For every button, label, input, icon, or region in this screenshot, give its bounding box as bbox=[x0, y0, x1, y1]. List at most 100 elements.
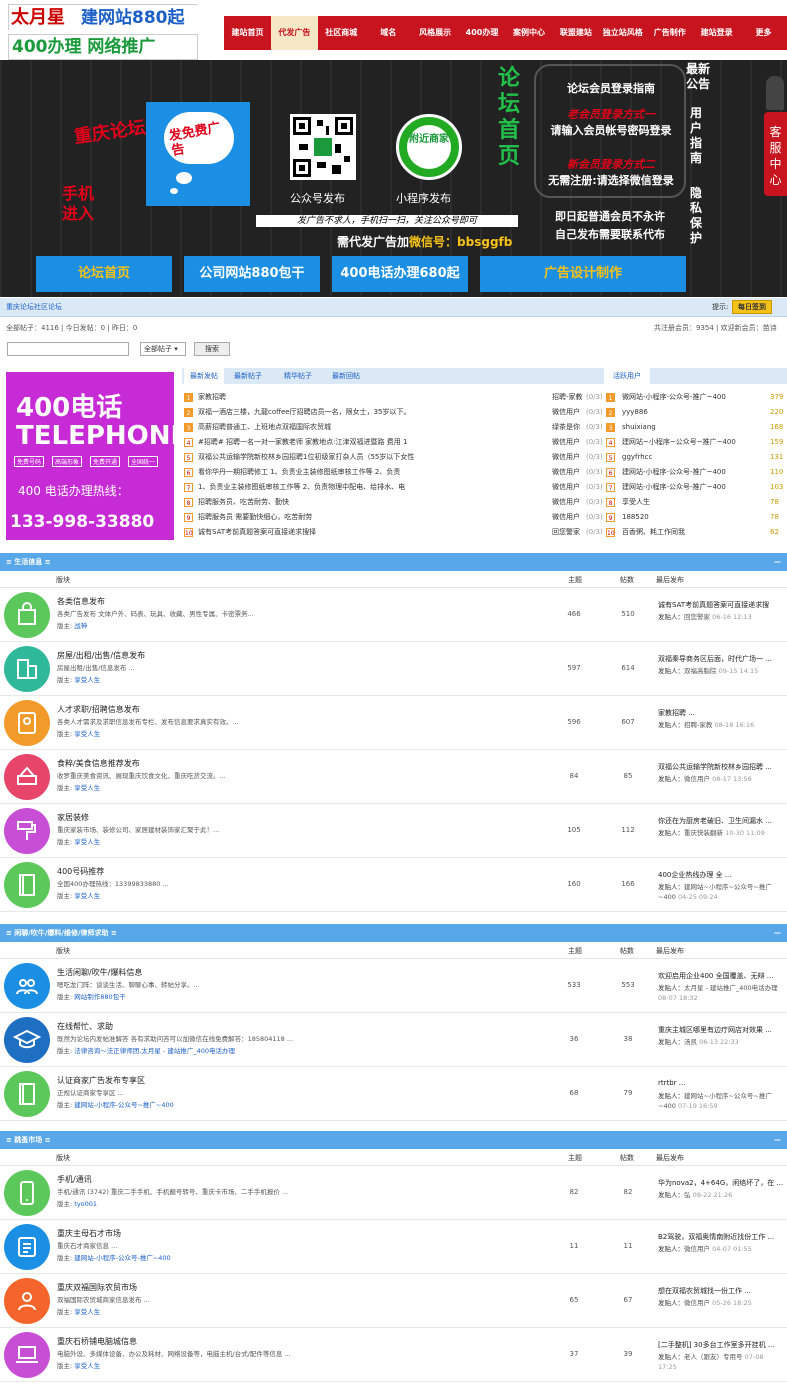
company-site-button[interactable]: 公司网站880包干 bbox=[184, 256, 320, 292]
post-user[interactable]: 微信用户 bbox=[552, 480, 586, 495]
post-title[interactable]: 1、负责业主装修图纸审核工作等 2、负责物理中配电、给排水、电 bbox=[198, 480, 548, 495]
free-ad-card[interactable]: 发免费广告 bbox=[146, 102, 250, 206]
nav-item-4[interactable]: 风格展示 bbox=[412, 16, 459, 50]
active-user-name[interactable]: ggyfrhcc bbox=[622, 450, 762, 465]
active-user-name[interactable]: 建网站-小程序-公众号-推广~400 bbox=[622, 480, 762, 495]
users-icon[interactable] bbox=[4, 963, 50, 1009]
forum-home-button[interactable]: 论坛首页 bbox=[36, 256, 172, 292]
privacy-link[interactable]: 隐私保护 bbox=[690, 186, 704, 246]
forum-title[interactable]: 手机/通讯 bbox=[57, 1174, 92, 1185]
nav-item-8[interactable]: 独立站风格 bbox=[599, 16, 646, 50]
post-user[interactable]: 微信用户 bbox=[552, 495, 586, 510]
last-post-title[interactable]: 家教招聘 ... bbox=[658, 708, 783, 718]
forum-title[interactable]: 生活闲聊/吹牛/爆料信息 bbox=[57, 967, 142, 978]
post-user[interactable]: 微信用户 bbox=[552, 405, 586, 420]
mobile-phone-icon[interactable] bbox=[4, 1170, 50, 1216]
active-user-name[interactable]: 微网站-小程序-公众号-推广~400 bbox=[622, 390, 762, 405]
last-post-title[interactable]: 你还在为厨房老破旧、卫生间漏水 ... bbox=[658, 816, 783, 826]
nav-item-5[interactable]: 400办理 bbox=[459, 16, 506, 50]
search-button[interactable]: 搜索 bbox=[194, 342, 230, 356]
nav-item-9[interactable]: 广告制作 bbox=[646, 16, 693, 50]
nav-item-1[interactable]: 代发广告 bbox=[270, 16, 318, 50]
active-user-name[interactable]: shuixiang bbox=[622, 420, 762, 435]
daily-sign-button[interactable]: 每日签到 bbox=[732, 300, 772, 314]
latest-post-row[interactable]: 9 招聘服务员 需要勤快细心，吃苦耐劳 微信用户 (0/3) 9 188520 78 bbox=[182, 510, 787, 525]
tab-latest-threads[interactable]: 最新帖子 bbox=[228, 368, 268, 384]
site-logo[interactable]: 太月星 建网站880起 400办理 网络推广 bbox=[8, 4, 199, 60]
forum-title[interactable]: 重庆主母石才市场 bbox=[57, 1228, 121, 1239]
post-title[interactable]: 家教招聘 bbox=[198, 390, 548, 405]
collapse-icon[interactable]: — bbox=[774, 1131, 781, 1149]
graduation-cap-icon[interactable] bbox=[4, 1017, 50, 1063]
last-post-title[interactable]: rtrtbr ... bbox=[658, 1079, 783, 1087]
tab-latest-replies[interactable]: 最新回帖 bbox=[326, 368, 366, 384]
latest-post-row[interactable]: 1 家教招聘 招聘-家教 (0/3) 1 微网站-小程序-公众号-推广~400 379 bbox=[182, 390, 787, 405]
post-user[interactable]: 回您警家 bbox=[552, 525, 586, 540]
section-header[interactable]: ≡ 跳蚤市场 ≡ — bbox=[0, 1131, 787, 1149]
post-user[interactable]: 微信用户 bbox=[552, 450, 586, 465]
post-user[interactable]: 微信用户 bbox=[552, 465, 586, 480]
collapse-icon[interactable]: — bbox=[774, 553, 781, 571]
book-icon[interactable] bbox=[4, 1071, 50, 1117]
post-user[interactable]: 绿茶是你 bbox=[552, 420, 586, 435]
latest-post-row[interactable]: 4 #招聘# 招聘一名一对一家教老师 家教地点:江津双福进暨路 费用 1 微信用户(… bbox=[182, 435, 787, 450]
nav-item-2[interactable]: 社区商城 bbox=[318, 16, 365, 50]
latest-news-link[interactable]: 最新公告 bbox=[686, 62, 714, 92]
last-post-title[interactable]: B2驾驶，双福奥情南附近找份工作 ... bbox=[658, 1232, 783, 1242]
last-post-title[interactable]: 欢迎启用企业400 全国覆盖、无辩 ... bbox=[658, 971, 783, 981]
last-post-title[interactable]: [二手整机] 30多台工作室多开挂机 ... bbox=[658, 1340, 783, 1350]
last-post-title[interactable]: 重庆主城区哪里有边疗网店对效果 ... bbox=[658, 1025, 783, 1035]
buildings-icon[interactable] bbox=[4, 646, 50, 692]
search-scope-select[interactable]: 全部帖子 ▾ bbox=[140, 342, 186, 356]
post-title[interactable]: 高薪招聘普通工、上班地点双福国际农贸城 bbox=[198, 420, 548, 435]
nav-item-3[interactable]: 域名 bbox=[365, 16, 412, 50]
post-user[interactable]: 招聘-家教 bbox=[552, 390, 586, 405]
last-post-title[interactable]: 双福秦导商务区后面，时代广场一 ... bbox=[658, 654, 783, 664]
post-title[interactable]: 双福一酒店三楼，九龍coffee厅招聘店员一名，限女士，35岁以下。 bbox=[198, 405, 548, 420]
latest-post-row[interactable]: 7 1、负责业主装修图纸审核工作等 2、负责物理中配电、给排水、电 微信用户 (0/3… bbox=[182, 480, 787, 495]
active-user-name[interactable]: 建网站~小程序~公众号~推广~400 bbox=[622, 435, 762, 450]
forum-title[interactable]: 各类信息发布 bbox=[57, 596, 105, 607]
forum-home-vertical[interactable]: 论坛首页 bbox=[494, 66, 524, 170]
forum-title[interactable]: 房屋/出租/出售/信息发布 bbox=[57, 650, 145, 661]
latest-post-row[interactable]: 6 看你华丹一期招聘修工 1、负责业主装修图纸审核工作等 2、负责 微信用户 (0/3… bbox=[182, 465, 787, 480]
latest-post-row[interactable]: 5 双福公共运输学院新校林乡园招聘1位初级家打杂人员（55岁以下女性 微信用户 (0/… bbox=[182, 450, 787, 465]
phone-400-button[interactable]: 400电话办理680起 bbox=[332, 256, 468, 292]
tab-active-users[interactable]: 活跃用户 bbox=[604, 368, 650, 384]
nav-item-10[interactable]: 建站登录 bbox=[693, 16, 740, 50]
forum-title[interactable]: 400号码推荐 bbox=[57, 866, 104, 877]
latest-post-row[interactable]: 2 双福一酒店三楼，九龍coffee厅招聘店员一名，限女士，35岁以下。 微信用户(… bbox=[182, 405, 787, 420]
book-icon[interactable] bbox=[4, 862, 50, 908]
post-user[interactable]: 微信用户 bbox=[552, 435, 586, 450]
last-post-title[interactable]: 400企业热线办理 全 ... bbox=[658, 870, 783, 880]
forum-title[interactable]: 家居装修 bbox=[57, 812, 89, 823]
post-title[interactable]: #招聘# 招聘一名一对一家教老师 家教地点:江津双福进暨路 费用 1 bbox=[198, 435, 548, 450]
people-icon[interactable] bbox=[4, 1278, 50, 1324]
latest-post-row[interactable]: 3 高薪招聘普通工、上班地点双福国际农贸城 绿茶是你 (0/3) 3 shuixiang 1… bbox=[182, 420, 787, 435]
id-card-icon[interactable] bbox=[4, 700, 50, 746]
section-header[interactable]: ≡ 闲聊/吹牛/爆料/维修/律师求助 ≡ — bbox=[0, 924, 787, 942]
id-badge-icon[interactable] bbox=[4, 1224, 50, 1270]
forum-title[interactable]: 重庆双福国际农贸市场 bbox=[57, 1282, 137, 1293]
user-guide-link[interactable]: 用户指南 bbox=[690, 106, 704, 166]
active-user-name[interactable]: 享受人生 bbox=[622, 495, 762, 510]
forum-title[interactable]: 人才求职/招聘信息发布 bbox=[57, 704, 140, 715]
forum-title[interactable]: 认证商家广告发布专享区 bbox=[57, 1075, 145, 1086]
latest-post-row[interactable]: 10 诚有SAT考前真题答案可直接递求搜择 回您警家 (0/3) 10 百香粥、耗工作同我… bbox=[182, 525, 787, 540]
post-title[interactable]: 招聘服务员 需要勤快细心，吃苦耐劳 bbox=[198, 510, 548, 525]
forum-title[interactable]: 在线帮忙、求助 bbox=[57, 1021, 113, 1032]
last-post-title[interactable]: 双福公共运输学院新校林乡园招聘 ... bbox=[658, 762, 783, 772]
mobile-entry-text[interactable]: 手机进入 bbox=[62, 184, 108, 224]
last-post-title[interactable]: 诚有SAT考前真题答案可直接递求搜 bbox=[658, 600, 783, 610]
search-input[interactable] bbox=[7, 342, 129, 356]
last-post-title[interactable]: 华为nova2，4+64G，闲络坏了，在 ... bbox=[658, 1178, 783, 1188]
forum-title[interactable]: 食粹/美食信息推荐发布 bbox=[57, 758, 140, 769]
laptop-icon[interactable] bbox=[4, 1332, 50, 1378]
latest-post-row[interactable]: 8 招聘服务员、吃苦耐劳、勤快 微信用户 (0/3) 8 享受人生 78 bbox=[182, 495, 787, 510]
forum-title[interactable]: 重庆石桥铺电脑城信息 bbox=[57, 1336, 137, 1347]
nav-item-11[interactable]: 更多 bbox=[740, 16, 787, 50]
nav-item-0[interactable]: 建站首页 bbox=[224, 16, 271, 50]
section-header[interactable]: ≡ 生活信息 ≡ — bbox=[0, 553, 787, 571]
customer-service-button[interactable]: 客服中心 bbox=[764, 112, 787, 196]
post-title[interactable]: 看你华丹一期招聘修工 1、负责业主装修图纸审核工作等 2、负责 bbox=[198, 465, 548, 480]
